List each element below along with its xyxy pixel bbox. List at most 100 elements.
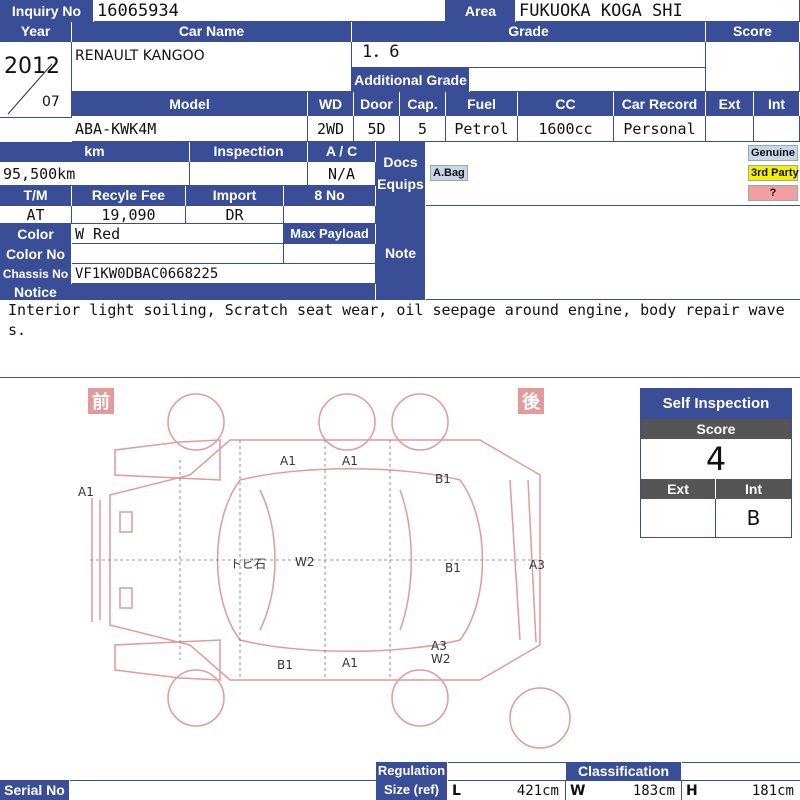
note-label: Note — [376, 206, 426, 300]
fuel-label: Fuel — [446, 92, 518, 116]
year-cell: 2012 07 — [0, 42, 72, 118]
regulation-value — [448, 762, 566, 780]
self-score-label: Score — [641, 419, 791, 439]
spare-wheel — [509, 687, 571, 749]
self-ext-int-header: Ext Int — [641, 479, 791, 499]
length-label: L — [452, 783, 461, 799]
docs-label: Docs — [383, 154, 418, 170]
classification-label: Classification — [566, 762, 682, 780]
eight-no-value — [284, 206, 376, 224]
equips-label: Equips — [377, 176, 424, 192]
km-label: km — [0, 142, 190, 162]
wd-value: 2WD — [308, 116, 354, 142]
inquiry-label: Inquiry No — [0, 0, 94, 22]
damage-mark: トビ石 — [230, 557, 266, 571]
damage-mark: W2 — [431, 652, 451, 666]
year-label: Year — [0, 22, 72, 42]
note-value — [426, 206, 800, 300]
damage-mark: B1 — [277, 658, 293, 672]
max-payload-value — [284, 244, 376, 264]
additional-grade-value — [470, 68, 706, 92]
regulation-label: Regulation — [376, 762, 448, 780]
car-record-label: Car Record — [614, 92, 706, 116]
abag-badge: A.Bag — [430, 165, 468, 181]
serial-no-label: Serial No — [0, 780, 70, 800]
auction-sheet: { "header": { "inquiry_label": "Inquiry … — [0, 0, 800, 800]
wd-label: WD — [308, 92, 354, 116]
grade-value: 1．6 — [352, 42, 706, 68]
import-label: Import — [186, 186, 284, 206]
self-int-value: B — [746, 506, 761, 530]
recycle-value: 19,090 — [72, 206, 186, 224]
self-ext-label: Ext — [641, 479, 716, 499]
car-diagram: 前 後 A1 A1 A1 B1 トビ石 W2 B1 A3 A3 W2 B1 A1 — [78, 388, 571, 749]
tm-label: T/M — [0, 186, 72, 206]
damage-mark: A1 — [342, 656, 358, 670]
max-payload-label: Max Payload — [284, 224, 376, 244]
damage-mark: A1 — [342, 454, 358, 468]
month-value: 07 — [42, 94, 60, 110]
ext-value — [706, 116, 754, 142]
serial-no-value — [70, 780, 376, 800]
grade-label: Grade — [352, 22, 706, 42]
third-party-badge: 3rd Party — [748, 165, 799, 181]
self-ext-value — [641, 499, 716, 537]
damage-mark: A3 — [529, 558, 545, 572]
damage-mark: B1 — [445, 561, 461, 575]
length-cell: L 421cm — [448, 780, 566, 800]
import-value: DR — [186, 206, 284, 224]
additional-grade-label: Additional Grade — [352, 68, 470, 92]
model-label: Model — [72, 92, 308, 116]
model-value: ABA-KWK4M — [72, 116, 308, 142]
ext-label: Ext — [706, 92, 754, 116]
notice-text: Interior light soiling, Scratch seat wea… — [0, 300, 800, 378]
km-value: 95,500km — [0, 162, 190, 186]
length-value: 421cm — [516, 783, 559, 799]
car-name-label: Car Name — [72, 22, 352, 42]
recycle-label: Recyle Fee — [72, 186, 186, 206]
rear-right-wheel — [391, 393, 449, 451]
classification-value — [682, 762, 800, 780]
front-kanji: 前 — [92, 391, 110, 413]
front-upper-panel — [114, 439, 221, 481]
equips-area: A.Bag Genuine 3rd Party ? — [426, 142, 800, 206]
front-lower-panel — [114, 639, 221, 681]
cap-label: Cap. — [400, 92, 446, 116]
self-ext-int-values: B — [641, 499, 791, 537]
chassis-value: VF1KW0DBAC0668225 — [72, 264, 376, 284]
height-value: 181cm — [751, 783, 794, 799]
left-mirror — [119, 511, 133, 533]
ac-label: A / C — [308, 142, 376, 162]
area-label: Area — [446, 0, 516, 22]
eight-no-label: 8 No — [284, 186, 376, 206]
size-ref-label: Size (ref) — [376, 780, 448, 800]
area-value: FUKUOKA KOGA SHI — [516, 0, 800, 22]
int-label: Int — [754, 92, 800, 116]
self-inspection-panel: Self Inspection Score 4 Ext Int B — [640, 388, 792, 538]
genuine-badge: Genuine — [748, 145, 798, 161]
chassis-label: Chassis No — [0, 264, 72, 284]
damage-mark: A1 — [78, 485, 94, 499]
inquiry-value: 16065934 — [94, 0, 446, 22]
score-label: Score — [706, 22, 800, 42]
int-value — [754, 116, 800, 142]
color-value: W Red — [72, 224, 284, 244]
docs-equips-label: Docs Equips — [376, 142, 426, 206]
self-int-label: Int — [716, 479, 791, 499]
damage-mark: A3 — [431, 639, 447, 653]
damage-mark: B1 — [435, 472, 451, 486]
height-label: H — [686, 783, 698, 799]
cc-value: 1600cc — [518, 116, 614, 142]
width-value: 183cm — [632, 783, 675, 799]
right-mirror — [119, 587, 133, 609]
cc-label: CC — [518, 92, 614, 116]
unknown-badge: ? — [748, 185, 798, 201]
notice-label: Notice — [0, 284, 376, 300]
width-cell: W 183cm — [566, 780, 682, 800]
inspection-value — [190, 162, 308, 186]
self-score-value: 4 — [705, 440, 727, 478]
car-record-value: Personal — [614, 116, 706, 142]
color-label: Color — [0, 224, 72, 244]
width-label: W — [570, 783, 586, 799]
inspection-label: Inspection — [190, 142, 308, 162]
